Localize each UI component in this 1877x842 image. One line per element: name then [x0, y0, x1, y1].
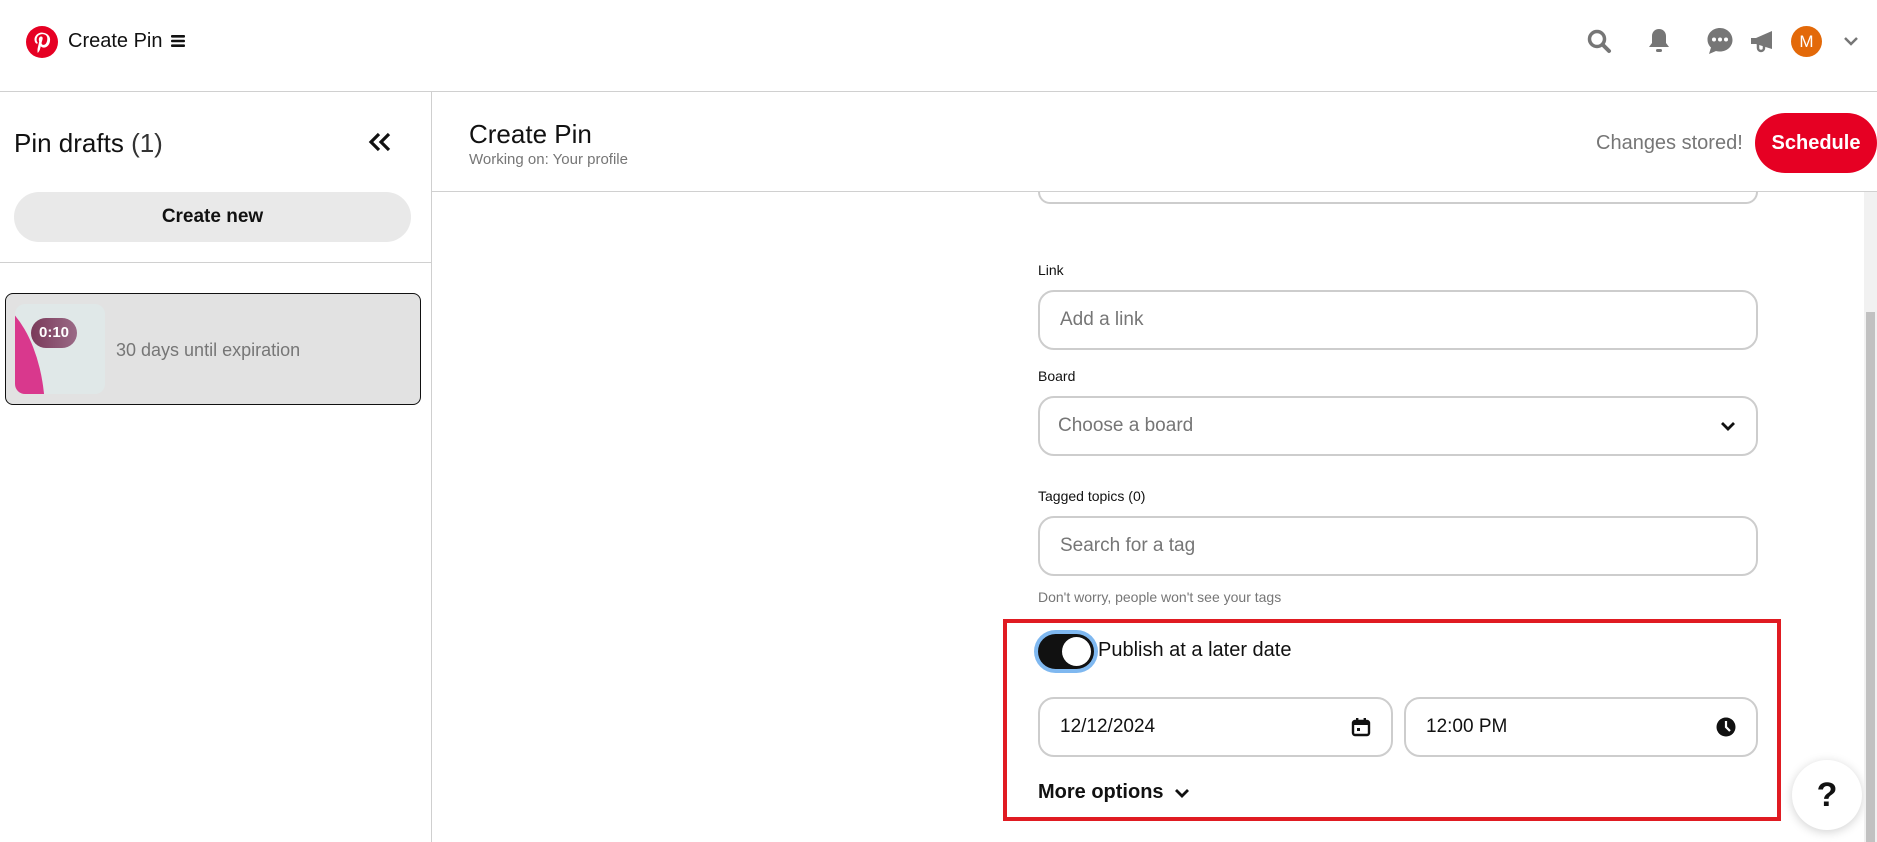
chat-icon: [1707, 28, 1733, 54]
board-label: Board: [1038, 368, 1076, 384]
drafts-title: Pin drafts: [14, 128, 124, 158]
link-input[interactable]: Add a link: [1038, 290, 1758, 350]
chevron-down-icon: [1174, 788, 1189, 798]
search-button[interactable]: [1584, 26, 1614, 56]
more-options-label: More options: [1038, 781, 1164, 803]
board-select[interactable]: Choose a board: [1038, 396, 1758, 456]
link-placeholder: Add a link: [1060, 309, 1144, 330]
board-placeholder: Choose a board: [1058, 415, 1194, 436]
scrollbar-thumb[interactable]: [1866, 312, 1875, 842]
clock-icon[interactable]: [1716, 717, 1736, 737]
search-icon: [1587, 29, 1611, 53]
pinterest-logo-icon[interactable]: [26, 26, 58, 58]
toggle-knob: [1062, 637, 1091, 666]
app-title: Create Pin: [68, 30, 163, 52]
working-on-subtitle: Working on: Your profile: [469, 151, 628, 168]
time-value: 12:00 PM: [1426, 716, 1508, 737]
user-avatar[interactable]: M: [1791, 26, 1822, 57]
updates-button[interactable]: [1748, 26, 1778, 56]
save-status: Changes stored!: [1596, 132, 1743, 154]
help-button[interactable]: ?: [1792, 760, 1862, 830]
notifications-button[interactable]: [1644, 26, 1674, 56]
top-navigation-bar: Create Pin M: [0, 0, 1877, 92]
collapse-sidebar-button[interactable]: [364, 126, 396, 158]
account-menu-button[interactable]: [1836, 26, 1866, 56]
messages-button[interactable]: [1705, 26, 1735, 56]
drafts-count: (1): [131, 128, 163, 158]
sidebar-divider: [0, 262, 431, 263]
tagged-topics-label: Tagged topics (0): [1038, 488, 1146, 504]
time-input[interactable]: 12:00 PM: [1404, 697, 1758, 757]
tag-search-input[interactable]: Search for a tag: [1038, 516, 1758, 576]
description-field-partial[interactable]: [1038, 192, 1758, 204]
double-chevron-left-icon: [368, 132, 391, 152]
chevron-down-icon: [1844, 37, 1858, 46]
link-label: Link: [1038, 262, 1064, 278]
publish-later-label: Publish at a later date: [1098, 639, 1292, 661]
draft-thumbnail: 0:10: [15, 304, 105, 394]
video-duration-badge: 0:10: [31, 318, 78, 348]
main-header: Create Pin Working on: Your profile Chan…: [432, 92, 1877, 192]
calendar-icon[interactable]: [1351, 717, 1371, 737]
tags-hint: Don't worry, people won't see your tags: [1038, 589, 1282, 605]
pin-drafts-sidebar: Pin drafts (1) Create new 0:10 30 days u…: [0, 92, 432, 842]
create-new-button[interactable]: Create new: [14, 192, 411, 242]
page-title: Create Pin: [469, 119, 592, 149]
tag-search-placeholder: Search for a tag: [1060, 535, 1196, 556]
date-input[interactable]: 12/12/2024: [1038, 697, 1393, 757]
hamburger-menu-icon[interactable]: [171, 34, 185, 48]
main-scrollbar[interactable]: [1864, 192, 1877, 842]
date-value: 12/12/2024: [1060, 716, 1156, 737]
schedule-button[interactable]: Schedule: [1755, 113, 1877, 173]
publish-later-toggle[interactable]: [1038, 634, 1094, 669]
create-pin-main: Create Pin Working on: Your profile Chan…: [432, 92, 1877, 842]
bell-icon: [1649, 29, 1669, 52]
chevron-down-icon: [1721, 422, 1735, 431]
megaphone-icon: [1751, 31, 1772, 53]
draft-item[interactable]: 0:10 30 days until expiration: [5, 293, 421, 405]
draft-expiry-text: 30 days until expiration: [116, 340, 301, 360]
more-options-button[interactable]: More options: [1038, 781, 1190, 804]
drafts-heading: Pin drafts (1): [14, 128, 163, 159]
